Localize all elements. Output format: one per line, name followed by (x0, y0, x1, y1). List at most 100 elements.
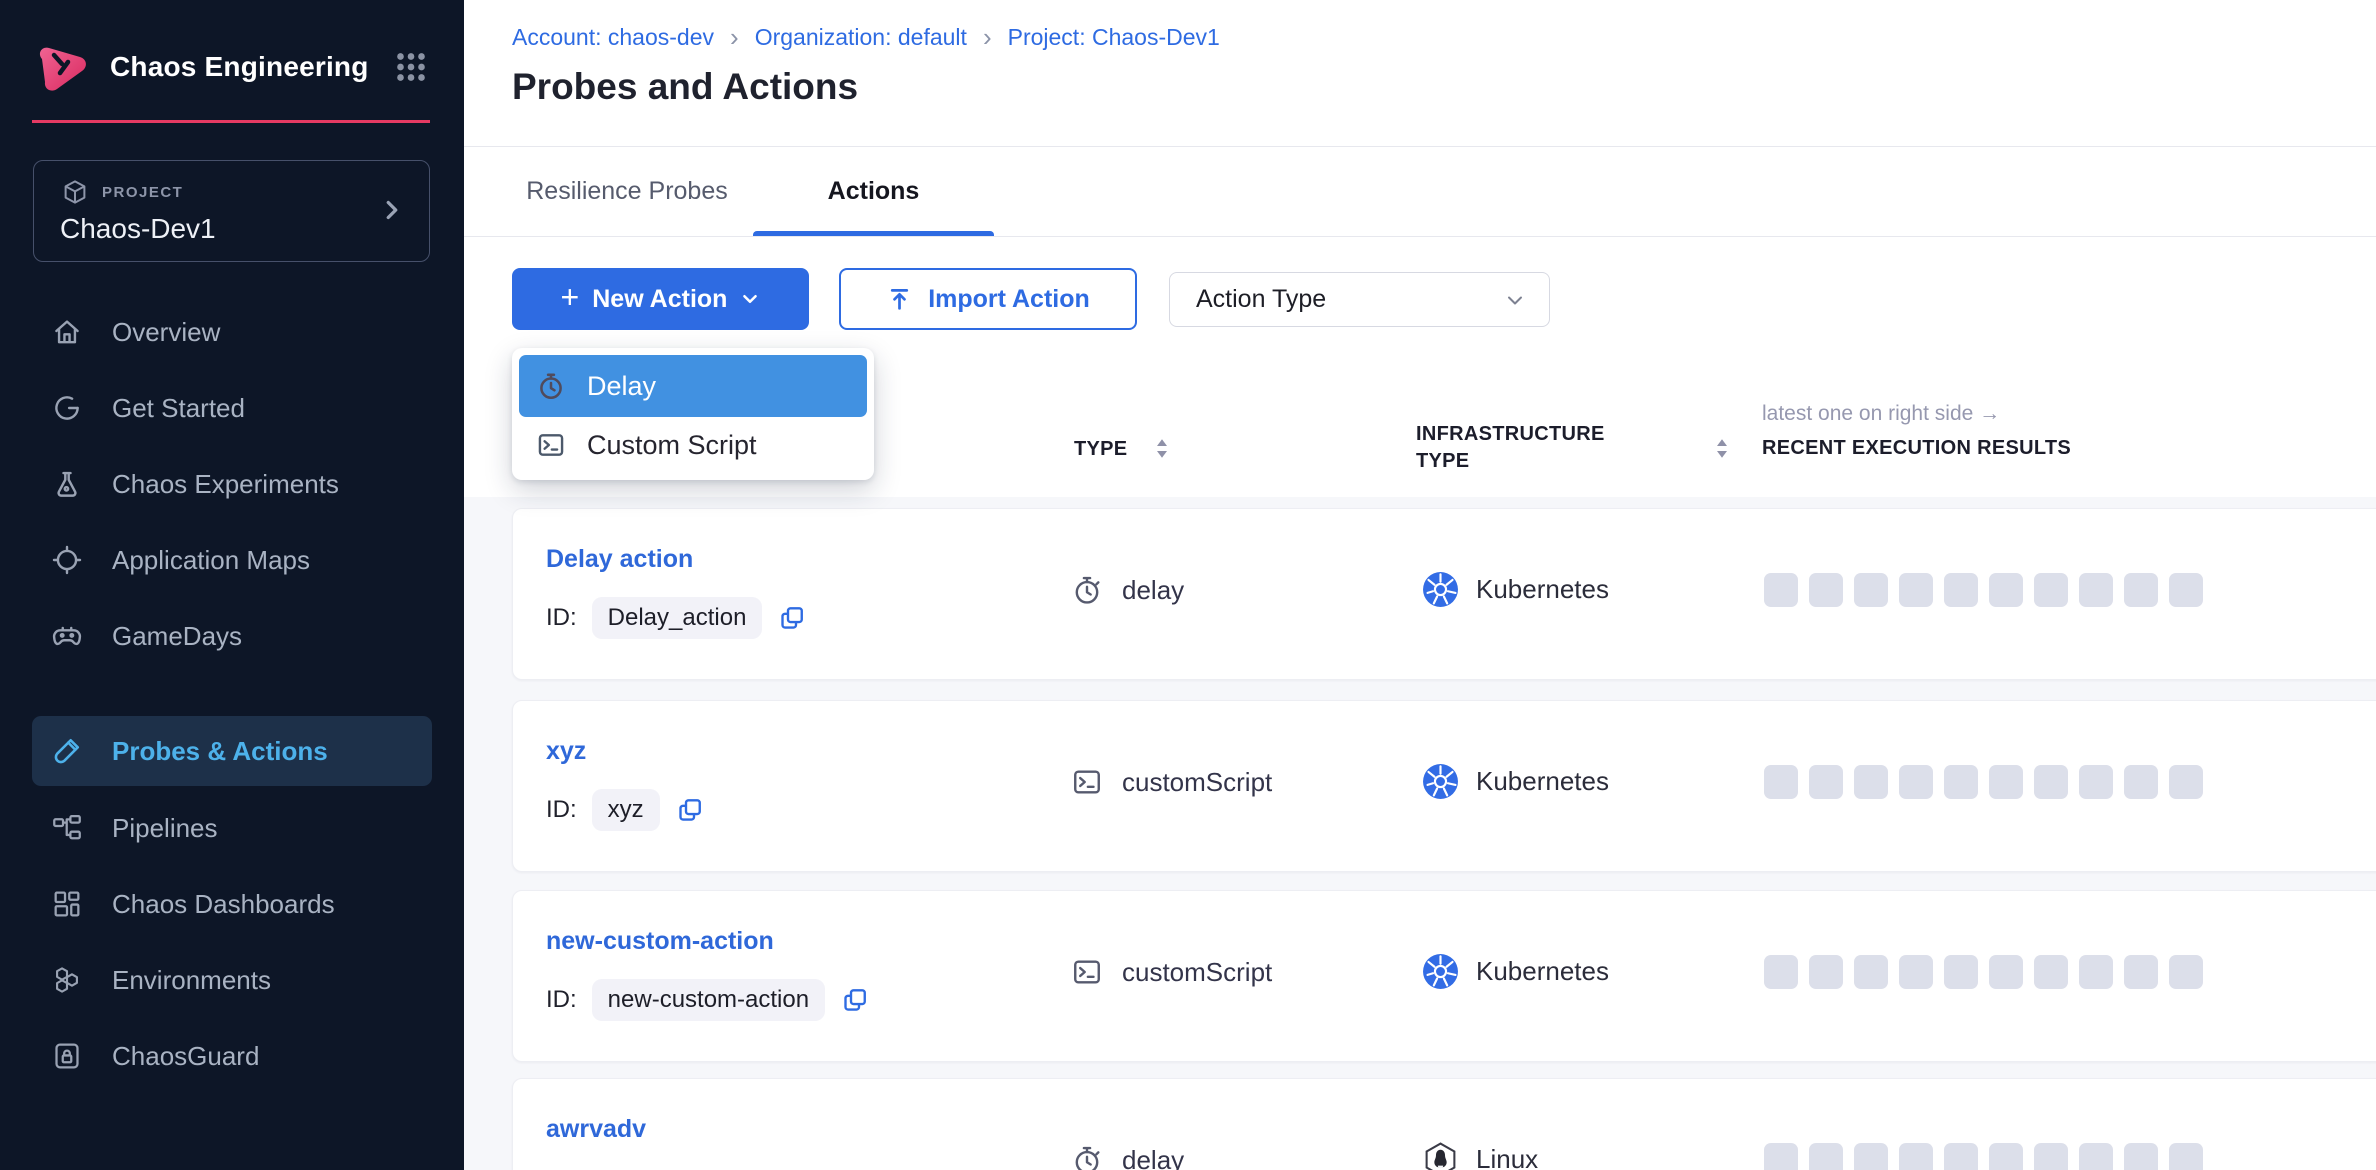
harness-chaos-logo-icon (32, 37, 92, 97)
column-header-type[interactable]: TYPE (1074, 438, 1127, 461)
recent-execution-results (1764, 1143, 2203, 1170)
sidebar-accent-line (32, 120, 430, 123)
infrastructure-type-value: Linux (1476, 1144, 1538, 1170)
action-type-select[interactable]: Action Type (1169, 272, 1550, 327)
recent-results-hint: latest one on right side → (1762, 402, 2000, 426)
sidebar-item-get-started[interactable]: Get Started (32, 370, 432, 446)
copy-icon (675, 795, 705, 825)
tab-bar: Resilience Probes Actions (464, 147, 2376, 237)
terminal-icon (1070, 955, 1104, 989)
action-id-value: new-custom-action (592, 979, 825, 1021)
recent-execution-results (1764, 765, 2203, 799)
sidebar-item-label: Get Started (112, 393, 245, 424)
sidebar-item-chaos-experiments[interactable]: Chaos Experiments (32, 446, 432, 522)
sidebar-nav: Overview Get Started Chaos Experiments (32, 294, 432, 1094)
table-row: Delay action ID: Delay_action delay (512, 508, 2376, 680)
sidebar-item-label: Pipelines (112, 813, 218, 844)
sort-icon[interactable] (1154, 437, 1170, 460)
stopwatch-icon (535, 370, 567, 402)
action-id-value: Delay_action (592, 597, 763, 639)
sidebar-item-gamedays[interactable]: GameDays (32, 598, 432, 674)
action-name-link[interactable]: new-custom-action (546, 927, 774, 956)
project-selector[interactable]: PROJECT Chaos-Dev1 (33, 160, 430, 262)
sidebar: Chaos Engineering PROJECT Chaos-Dev1 (0, 0, 464, 1170)
new-action-dropdown: Delay Custom Script (512, 348, 874, 480)
environments-icon (50, 963, 84, 997)
new-action-button[interactable]: + New Action (512, 268, 809, 330)
action-type-value: Action Type (1196, 285, 1326, 314)
action-name-link[interactable]: Delay action (546, 545, 693, 574)
sidebar-item-label: ChaosGuard (112, 1041, 259, 1072)
sidebar-item-application-maps[interactable]: Application Maps (32, 522, 432, 598)
sidebar-item-label: Probes & Actions (112, 736, 328, 767)
menu-item-custom-script[interactable]: Custom Script (519, 417, 867, 473)
id-label: ID: (546, 796, 577, 824)
crosshair-icon (50, 543, 84, 577)
terminal-icon (535, 429, 567, 461)
sidebar-item-label: Environments (112, 965, 271, 996)
copy-icon (777, 603, 807, 633)
import-action-button[interactable]: Import Action (839, 268, 1137, 330)
stopwatch-icon (1070, 1143, 1104, 1170)
module-grid-icon[interactable] (390, 46, 432, 88)
app-root: Chaos Engineering PROJECT Chaos-Dev1 (0, 0, 2376, 1170)
table-row: new-custom-action ID: new-custom-action … (512, 890, 2376, 1062)
menu-item-delay[interactable]: Delay (519, 355, 867, 417)
sidebar-item-chaosguard[interactable]: ChaosGuard (32, 1018, 432, 1094)
breadcrumb-account-link[interactable]: Account: chaos-dev (512, 24, 714, 51)
active-tab-underline (753, 231, 994, 236)
recent-execution-results (1764, 573, 2203, 607)
action-id-value: xyz (592, 789, 660, 831)
kubernetes-icon (1422, 763, 1459, 800)
stopwatch-icon (1070, 573, 1104, 607)
gamepad-icon (50, 619, 84, 653)
copy-id-button[interactable] (840, 985, 870, 1015)
copy-id-button[interactable] (675, 795, 705, 825)
main-content: Account: chaos-dev › Organization: defau… (464, 0, 2376, 1170)
breadcrumb-org-link[interactable]: Organization: default (755, 24, 967, 51)
sidebar-item-label: Application Maps (112, 545, 310, 576)
action-type-value: customScript (1122, 957, 1272, 988)
sort-icon[interactable] (1714, 437, 1730, 460)
breadcrumb-separator: › (983, 26, 992, 49)
sidebar-item-chaos-dashboards[interactable]: Chaos Dashboards (32, 866, 432, 942)
menu-item-label: Custom Script (587, 430, 757, 461)
kubernetes-icon (1422, 953, 1459, 990)
action-name-link[interactable]: awrvadv (546, 1115, 646, 1144)
flask-icon (50, 467, 84, 501)
dashboards-icon (50, 887, 84, 921)
action-type-value: delay (1122, 575, 1184, 606)
upload-icon (886, 286, 913, 313)
copy-id-button[interactable] (777, 603, 807, 633)
id-label: ID: (546, 604, 577, 632)
sidebar-item-overview[interactable]: Overview (32, 294, 432, 370)
breadcrumb: Account: chaos-dev › Organization: defau… (512, 24, 1220, 51)
sidebar-item-label: Chaos Dashboards (112, 889, 335, 920)
terminal-icon (1070, 765, 1104, 799)
sidebar-item-label: Overview (112, 317, 220, 348)
project-cube-icon (60, 177, 90, 207)
project-label: PROJECT (102, 184, 183, 201)
sidebar-item-pipelines[interactable]: Pipelines (32, 790, 432, 866)
chevron-down-icon (1503, 288, 1527, 312)
breadcrumb-separator: › (730, 26, 739, 49)
tab-actions[interactable]: Actions (753, 147, 994, 236)
chevron-right-icon (377, 195, 407, 225)
recent-execution-results (1764, 955, 2203, 989)
action-name-link[interactable]: xyz (546, 737, 586, 766)
kubernetes-icon (1422, 571, 1459, 608)
app-title: Chaos Engineering (110, 51, 390, 83)
sidebar-item-label: Chaos Experiments (112, 469, 339, 500)
tab-resilience-probes[interactable]: Resilience Probes (495, 147, 759, 236)
infrastructure-type-value: Kubernetes (1476, 956, 1609, 987)
new-action-label: New Action (592, 285, 727, 314)
breadcrumb-project-link[interactable]: Project: Chaos-Dev1 (1008, 24, 1220, 51)
home-icon (50, 315, 84, 349)
import-action-label: Import Action (928, 285, 1090, 314)
linux-icon (1422, 1141, 1459, 1170)
sidebar-item-environments[interactable]: Environments (32, 942, 432, 1018)
plus-icon: + (561, 279, 580, 316)
column-header-infrastructure-type[interactable]: INFRASTRUCTURE TYPE (1416, 421, 1651, 475)
page-title: Probes and Actions (512, 66, 858, 108)
sidebar-item-probes-actions[interactable]: Probes & Actions (32, 716, 432, 786)
